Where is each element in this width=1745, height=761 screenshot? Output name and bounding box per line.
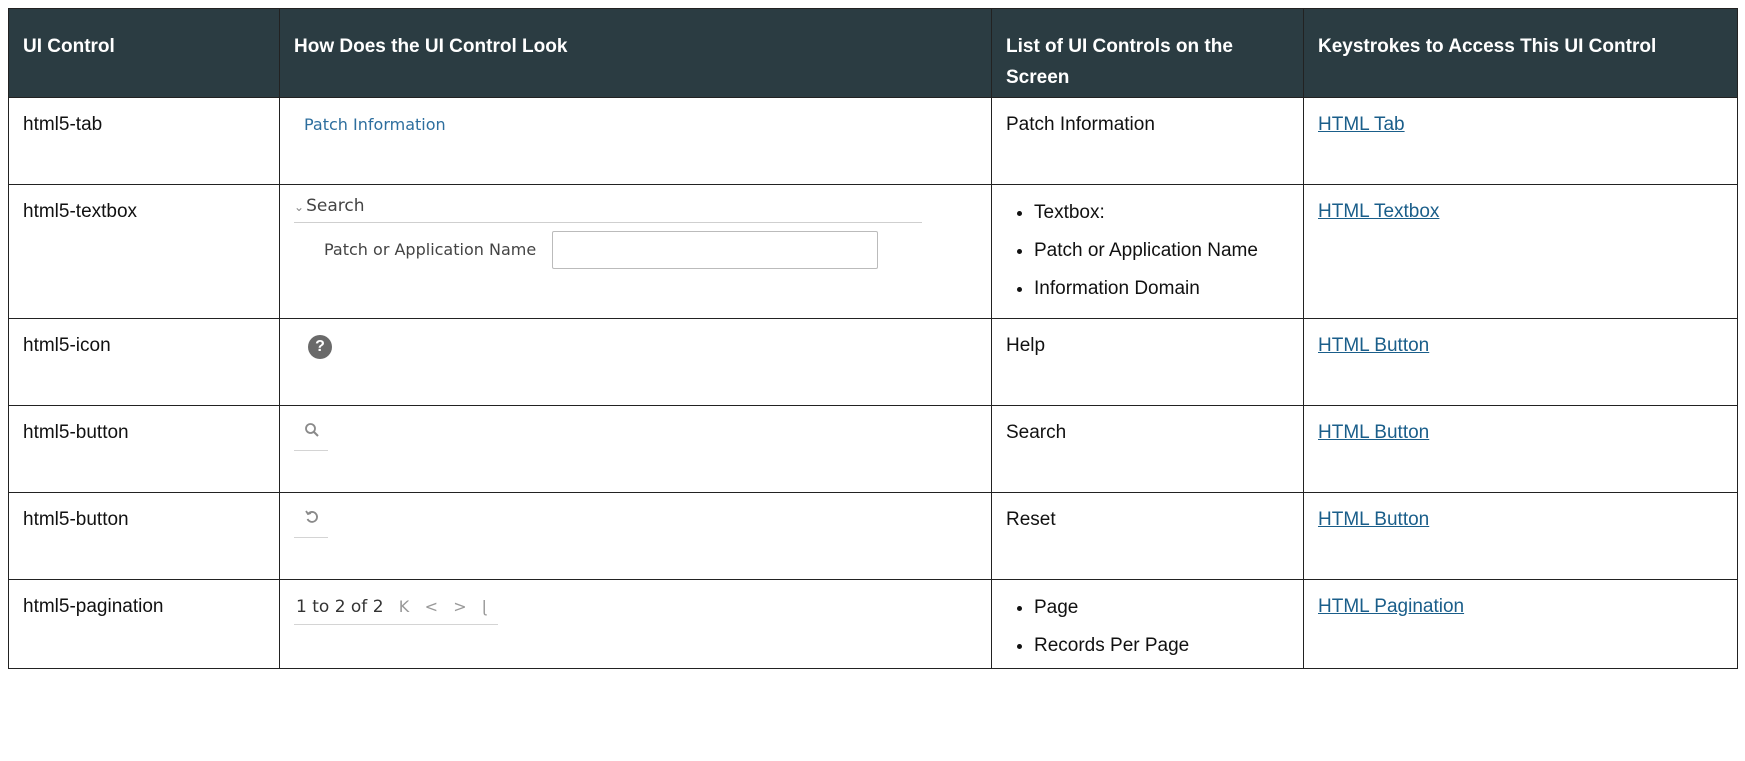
keystroke-cell: HTML Textbox bbox=[1303, 184, 1738, 319]
control-sample bbox=[279, 492, 992, 580]
control-name: html5-icon bbox=[8, 318, 280, 406]
keystroke-cell: HTML Tab bbox=[1303, 97, 1738, 185]
last-page-icon[interactable]: ɭ bbox=[482, 597, 486, 616]
control-list: Page Records Per Page bbox=[991, 579, 1304, 669]
help-icon[interactable]: ? bbox=[308, 335, 332, 359]
html-tab-link[interactable]: HTML Tab bbox=[1318, 114, 1405, 135]
header-row: UI Control How Does the UI Control Look … bbox=[8, 8, 1738, 98]
list-item: Records Per Page bbox=[1034, 632, 1291, 660]
control-name: html5-button bbox=[8, 405, 280, 493]
control-list: Help bbox=[991, 318, 1304, 406]
next-page-icon[interactable]: > bbox=[453, 597, 466, 616]
header-how-look: How Does the UI Control Look bbox=[279, 8, 992, 98]
control-list-items: Page Records Per Page bbox=[1006, 594, 1291, 660]
control-name: html5-tab bbox=[8, 97, 280, 185]
list-item: Information Domain bbox=[1034, 275, 1291, 303]
reset-button-sample[interactable] bbox=[294, 507, 328, 538]
control-list-items: Textbox: Patch or Application Name Infor… bbox=[1006, 199, 1291, 303]
table-row: html5-tab Patch Information Patch Inform… bbox=[8, 97, 1738, 185]
search-icon bbox=[305, 423, 319, 437]
list-item: Page bbox=[1034, 594, 1291, 622]
header-keystrokes: Keystrokes to Access This UI Control bbox=[1303, 8, 1738, 98]
table-row: html5-button Search HTML Button bbox=[8, 405, 1738, 493]
control-name: html5-textbox bbox=[8, 184, 280, 319]
keystroke-cell: HTML Button bbox=[1303, 405, 1738, 493]
chevron-down-icon: ⌄ bbox=[294, 200, 305, 214]
search-panel-title: Search bbox=[306, 196, 365, 216]
keystroke-cell: HTML Button bbox=[1303, 492, 1738, 580]
html-button-link[interactable]: HTML Button bbox=[1318, 509, 1429, 530]
html-button-link[interactable]: HTML Button bbox=[1318, 335, 1429, 356]
table-row: html5-button Reset HTML Button bbox=[8, 492, 1738, 580]
control-sample: ? bbox=[279, 318, 992, 406]
control-sample bbox=[279, 405, 992, 493]
search-field-row: Patch or Application Name bbox=[294, 231, 924, 269]
control-sample: 1 to 2 of 2 K < > ɭ bbox=[279, 579, 992, 669]
first-page-icon[interactable]: K bbox=[399, 597, 410, 616]
table-row: html5-pagination 1 to 2 of 2 K < > ɭ Pag… bbox=[8, 579, 1738, 669]
keystroke-cell: HTML Button bbox=[1303, 318, 1738, 406]
control-sample: Patch Information bbox=[279, 97, 992, 185]
previous-page-icon[interactable]: < bbox=[425, 597, 438, 616]
control-sample: ⌄ Search Patch or Application Name bbox=[279, 184, 992, 319]
patch-name-label: Patch or Application Name bbox=[324, 240, 537, 259]
ui-controls-table: UI Control How Does the UI Control Look … bbox=[8, 8, 1738, 669]
control-name: html5-button bbox=[8, 492, 280, 580]
pagination-sample: 1 to 2 of 2 K < > ɭ bbox=[294, 594, 499, 625]
search-panel-sample: ⌄ Search Patch or Application Name bbox=[294, 193, 924, 273]
pagination-range-text: 1 to 2 of 2 bbox=[296, 597, 384, 617]
search-panel-header: ⌄ Search bbox=[294, 193, 922, 223]
control-name: html5-pagination bbox=[8, 579, 280, 669]
control-list: Reset bbox=[991, 492, 1304, 580]
search-button-sample[interactable] bbox=[294, 420, 328, 451]
control-list: Textbox: Patch or Application Name Infor… bbox=[991, 184, 1304, 319]
table-row: html5-textbox ⌄ Search Patch or Applicati… bbox=[8, 184, 1738, 319]
list-item: Patch or Application Name bbox=[1034, 237, 1291, 265]
list-item: Textbox: bbox=[1034, 199, 1291, 227]
control-list: Patch Information bbox=[991, 97, 1304, 185]
patch-information-tab-sample: Patch Information bbox=[304, 115, 446, 134]
html-pagination-link[interactable]: HTML Pagination bbox=[1318, 596, 1464, 617]
header-ui-control: UI Control bbox=[8, 8, 280, 98]
control-list: Search bbox=[991, 405, 1304, 493]
patch-name-input[interactable] bbox=[552, 231, 879, 269]
reset-icon bbox=[305, 510, 318, 523]
keystroke-cell: HTML Pagination bbox=[1303, 579, 1738, 669]
html-textbox-link[interactable]: HTML Textbox bbox=[1318, 201, 1439, 222]
header-list-controls: List of UI Controls on the Screen bbox=[991, 8, 1304, 98]
html-button-link[interactable]: HTML Button bbox=[1318, 422, 1429, 443]
table-row: html5-icon ? Help HTML Button bbox=[8, 318, 1738, 406]
